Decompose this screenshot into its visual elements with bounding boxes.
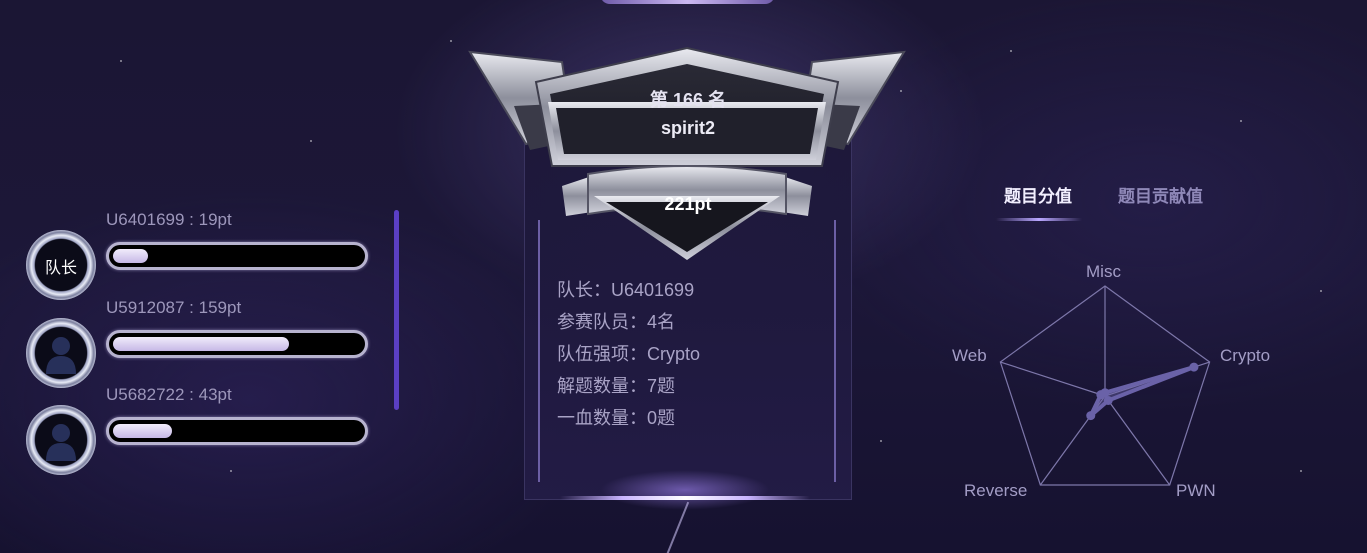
- radar-axis-label-reverse: Reverse: [964, 481, 1028, 500]
- radar-point-crypto[interactable]: [1189, 362, 1199, 372]
- card-glow: [600, 470, 770, 510]
- avatar: 队长: [26, 230, 96, 300]
- radar-axis-line: [1000, 361, 1106, 397]
- captain-label: 队长: [44, 260, 77, 277]
- user-silhouette-icon: [46, 424, 76, 461]
- member-label: U5912087 : 159pt: [106, 298, 242, 317]
- member-score-bar-fill: [113, 424, 172, 438]
- member-item[interactable]: 队长 U6401699 : 19pt: [26, 210, 371, 300]
- top-ornament: [600, 0, 775, 4]
- team-name: spirit2: [660, 118, 716, 138]
- star-decoration: [1300, 470, 1302, 472]
- radar-chart: [999, 285, 1211, 486]
- team-captain-info: 队长：U6401699: [557, 280, 695, 300]
- star-decoration: [230, 470, 232, 472]
- member-score-bar: [106, 417, 368, 445]
- member-label: U6401699 : 19pt: [106, 210, 232, 229]
- radar-point-reverse[interactable]: [1086, 411, 1096, 421]
- member-label: U5682722 : 43pt: [106, 385, 232, 404]
- member-score-bar: [106, 242, 368, 270]
- radar-axis-label-crypto: Crypto: [1220, 346, 1271, 365]
- avatar: [26, 405, 96, 475]
- user-silhouette-icon: [46, 337, 76, 374]
- radar-axis-label-web: Web: [952, 346, 987, 365]
- active-tab-indicator: [996, 218, 1082, 221]
- member-score-bar: [106, 330, 368, 358]
- star-decoration: [1240, 120, 1242, 122]
- team-rank: 第 166 名: [649, 90, 727, 110]
- member-score-bar-fill: [113, 337, 289, 351]
- tab-score-value[interactable]: 题目分值: [1004, 182, 1072, 207]
- radar-axis-label-misc: Misc: [1086, 262, 1121, 281]
- team-members-info: 参赛队员：4名: [557, 312, 676, 332]
- card-bottom-light: [560, 496, 810, 500]
- member-list-scrollbar[interactable]: [394, 210, 399, 410]
- star-decoration: [120, 60, 122, 62]
- avatar: [26, 318, 96, 388]
- tab-contribution-value[interactable]: 题目贡献值: [1118, 182, 1203, 207]
- rank-emblem-icon: [468, 46, 906, 260]
- star-decoration: [450, 40, 452, 42]
- team-score: 221pt: [664, 194, 712, 214]
- radar-axis-line: [1104, 395, 1171, 486]
- radar-point-web[interactable]: [1096, 390, 1106, 400]
- member-item[interactable]: U5912087 : 159pt: [26, 298, 371, 388]
- radar-point-pwn[interactable]: [1103, 395, 1113, 405]
- star-decoration: [880, 440, 882, 442]
- team-strength-info: 队伍强项：Crypto: [557, 344, 701, 364]
- star-decoration: [1320, 290, 1322, 292]
- member-score-bar-fill: [113, 249, 148, 263]
- member-item[interactable]: U5682722 : 43pt: [26, 385, 371, 475]
- first-blood-info: 一血数量：0题: [557, 408, 676, 428]
- radar-axis-label-pwn: PWN: [1176, 481, 1216, 500]
- star-decoration: [1010, 50, 1012, 52]
- solved-count-info: 解题数量：7题: [557, 376, 676, 396]
- star-decoration: [310, 140, 312, 142]
